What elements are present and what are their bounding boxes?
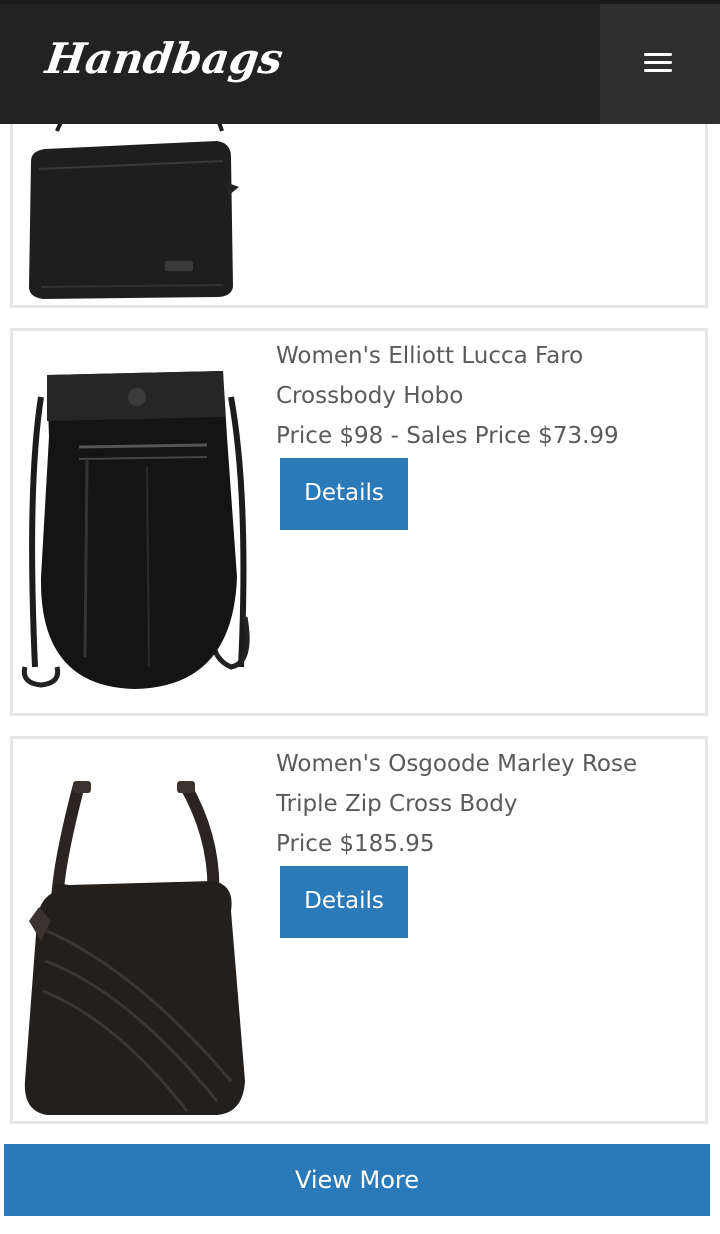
product-info: Women's Osgoode Marley Rose Triple Zip C… [276, 744, 696, 938]
product-card: Women's Elliott Lucca Faro Crossbody Hob… [10, 328, 708, 716]
details-button[interactable]: Details [280, 866, 408, 938]
site-logo[interactable]: Handbags [43, 34, 286, 83]
product-card: Women's Osgoode Marley Rose Triple Zip C… [10, 736, 708, 1124]
product-price: Price $185.95 [276, 831, 435, 857]
menu-button[interactable] [600, 4, 720, 124]
product-name: Women's Elliott Lucca Faro Crossbody Hob… [276, 343, 584, 409]
details-button[interactable]: Details [280, 458, 408, 530]
brown-cross-body-bag-image[interactable] [17, 781, 251, 1117]
site-header: Handbags [0, 0, 720, 124]
product-name: Women's Osgoode Marley Rose Triple Zip C… [276, 751, 638, 817]
black-hobo-bag-image[interactable] [17, 367, 251, 713]
product-info: Women's Elliott Lucca Faro Crossbody Hob… [276, 336, 696, 530]
product-price: Price $98 - Sales Price $73.99 [276, 423, 619, 449]
page: Women's Elliott Lucca Faro Crossbody Hob… [0, 0, 720, 1234]
view-more-button[interactable]: View More [4, 1144, 710, 1216]
